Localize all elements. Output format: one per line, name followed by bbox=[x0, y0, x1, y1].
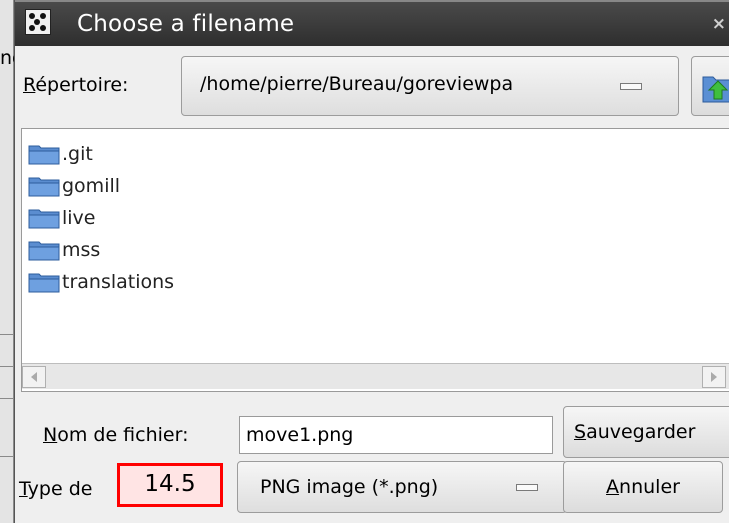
title-bar[interactable]: Choose a filename × bbox=[15, 0, 729, 46]
directory-label-rest: épertoire: bbox=[35, 74, 129, 96]
scroll-right-button[interactable] bbox=[702, 366, 726, 388]
list-item[interactable]: translations bbox=[28, 267, 174, 297]
background-divider bbox=[0, 398, 14, 399]
filename-label-rest: om de fichier: bbox=[57, 424, 189, 446]
folder-icon bbox=[28, 209, 60, 229]
filetype-combo[interactable]: PNG image (*.png) bbox=[237, 461, 567, 513]
directory-path: /home/pierre/Bureau/goreviewpa bbox=[200, 73, 514, 95]
save-button-rest: auvegarder bbox=[586, 421, 696, 443]
background-window-text: ne bbox=[0, 47, 14, 69]
filetype-label-mnemonic: T bbox=[19, 478, 28, 500]
background-divider bbox=[0, 334, 14, 335]
filetype-label: Type de bbox=[19, 478, 92, 500]
file-name: translations bbox=[62, 271, 175, 293]
up-directory-button[interactable] bbox=[691, 56, 729, 116]
folder-icon bbox=[28, 177, 60, 197]
cancel-button-rest: nnuler bbox=[619, 476, 680, 498]
list-item[interactable]: .git bbox=[28, 139, 93, 169]
filename-label-mnemonic: N bbox=[43, 424, 58, 446]
choose-filename-dialog: Choose a filename × Répertoire: /home/pi… bbox=[14, 0, 729, 523]
save-button[interactable]: Sauvegarder bbox=[563, 406, 729, 458]
save-button-mnemonic: S bbox=[574, 421, 587, 443]
combo-arrow-icon bbox=[620, 83, 642, 90]
file-name: gomill bbox=[62, 175, 121, 197]
scroll-left-button[interactable] bbox=[22, 366, 46, 388]
filetype-selected: PNG image (*.png) bbox=[260, 476, 439, 498]
list-item[interactable]: live bbox=[28, 203, 96, 233]
background-window: ne bbox=[0, 0, 14, 523]
background-window-edge bbox=[0, 0, 14, 523]
list-item[interactable]: gomill bbox=[28, 171, 120, 201]
background-divider bbox=[0, 456, 14, 457]
filename-label: Nom de fichier: bbox=[43, 424, 188, 446]
file-list[interactable]: .git gomill live mss translations bbox=[21, 128, 729, 392]
filetype-label-rest: ype de bbox=[27, 478, 93, 500]
file-name: .git bbox=[62, 143, 93, 165]
window-title: Choose a filename bbox=[77, 11, 295, 37]
folder-up-icon bbox=[702, 76, 729, 103]
close-icon[interactable]: × bbox=[712, 14, 726, 34]
filename-input[interactable] bbox=[239, 416, 553, 454]
file-name: live bbox=[62, 207, 96, 229]
overlay-value-badge: 14.5 bbox=[117, 463, 223, 507]
file-name: mss bbox=[62, 239, 101, 261]
list-item[interactable]: mss bbox=[28, 235, 100, 265]
directory-combo[interactable]: /home/pierre/Bureau/goreviewpa bbox=[181, 56, 679, 116]
folder-icon bbox=[28, 273, 60, 293]
combo-arrow-icon bbox=[516, 484, 538, 491]
background-divider bbox=[0, 366, 14, 367]
go-board-icon bbox=[25, 9, 51, 35]
cancel-button[interactable]: Annuler bbox=[563, 461, 723, 513]
directory-label: Répertoire: bbox=[23, 74, 128, 96]
folder-icon bbox=[28, 145, 60, 165]
horizontal-scrollbar[interactable] bbox=[22, 363, 729, 389]
folder-icon bbox=[28, 241, 60, 261]
directory-label-mnemonic: R bbox=[23, 74, 36, 96]
cancel-button-mnemonic: A bbox=[606, 476, 620, 498]
